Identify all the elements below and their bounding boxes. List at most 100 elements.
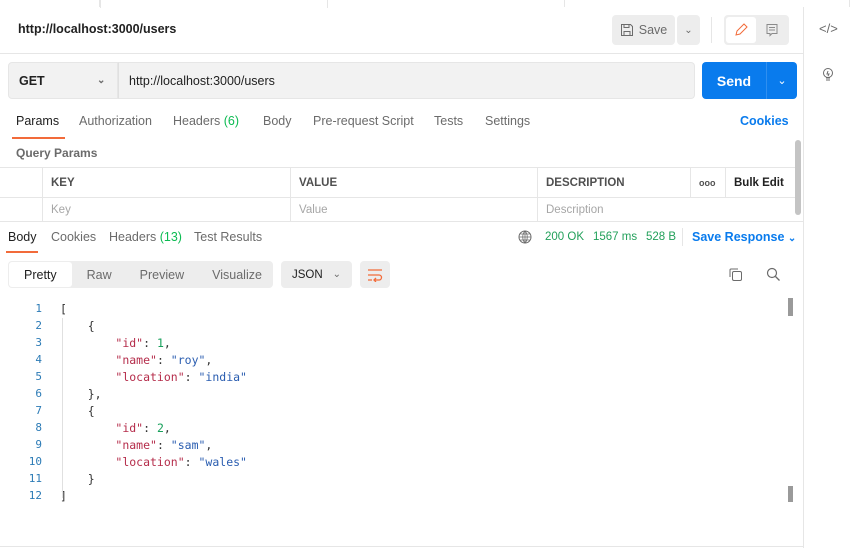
line-number: 6 [35, 387, 42, 400]
code-line: 9 "name": "sam", [0, 436, 247, 453]
description-input[interactable]: Description [537, 198, 690, 222]
code-text: ] [42, 489, 67, 503]
code-token: 2 [156, 420, 164, 435]
tab-body[interactable]: Body [263, 114, 292, 128]
code-line: 1[ [0, 300, 247, 317]
tab-other[interactable] [328, 0, 565, 7]
view-visualize[interactable]: Visualize [198, 261, 276, 288]
response-tab-test-results[interactable]: Test Results [194, 230, 262, 244]
response-body-editor[interactable]: 1[2 {3 "id": 1, 4 "name": "roy", 5 "locati… [0, 300, 247, 504]
copy-icon[interactable] [728, 267, 743, 282]
view-preview[interactable]: Preview [126, 261, 198, 288]
view-pretty[interactable]: Pretty [9, 262, 72, 287]
code-line: 5 "location": "india" [0, 368, 247, 385]
line-number: 4 [35, 353, 42, 366]
code-token: , [205, 352, 213, 367]
code-token: , [163, 335, 171, 350]
tab-settings[interactable]: Settings [485, 114, 530, 128]
line-number: 1 [35, 302, 42, 315]
pane-divider[interactable] [0, 221, 803, 222]
send-button[interactable]: Send [702, 62, 766, 99]
chevron-down-icon: ⌄ [777, 75, 787, 87]
code-text: [ [42, 302, 67, 316]
save-dropdown[interactable]: ⌄ [677, 15, 700, 45]
save-label: Save [638, 23, 668, 37]
method-select[interactable]: GET ⌄ [8, 62, 118, 99]
code-token: "location" [115, 369, 185, 384]
code-line: 6 }, [0, 385, 247, 402]
code-token: } [60, 471, 95, 486]
params-scrollbar[interactable] [795, 140, 801, 215]
response-tab-body[interactable]: Body [8, 230, 37, 244]
divider [0, 546, 803, 547]
response-headers-label: Headers [109, 230, 157, 244]
code-token: : [143, 420, 157, 435]
response-time[interactable]: 1567 ms [593, 231, 637, 243]
line-number: 2 [35, 319, 42, 332]
response-size[interactable]: 528 B [646, 231, 676, 243]
code-token: : [156, 437, 171, 452]
globe-icon[interactable] [518, 230, 532, 244]
code-token: , [205, 437, 213, 452]
tab-params[interactable]: Params [16, 114, 59, 128]
edit-button[interactable] [726, 17, 756, 43]
wrap-lines-button[interactable] [360, 261, 390, 288]
code-text: "name": "sam", [42, 438, 212, 452]
view-raw[interactable]: Raw [73, 261, 126, 288]
right-sidebar: </> [803, 7, 850, 548]
editor-scrollbar[interactable] [788, 298, 793, 316]
code-icon[interactable]: </> [819, 21, 838, 36]
code-token: : [184, 369, 199, 384]
code-token: "id" [115, 420, 144, 435]
tab-headers[interactable]: Headers (6) [173, 114, 239, 128]
value-input[interactable]: Value [290, 198, 537, 222]
response-tab-cookies[interactable]: Cookies [51, 230, 96, 244]
active-tab-underline [6, 251, 38, 253]
line-number: 7 [35, 404, 42, 417]
line-number: 3 [35, 336, 42, 349]
code-text: } [42, 472, 95, 486]
wrap-icon [368, 268, 383, 282]
code-token: "sam" [170, 437, 206, 452]
key-input[interactable]: Key [42, 198, 290, 222]
line-number: 11 [28, 472, 42, 485]
url-input[interactable]: http://localhost:3000/users [118, 62, 695, 99]
more-options-button[interactable]: ooo [690, 167, 725, 198]
code-line: 4 "name": "roy", [0, 351, 247, 368]
request-title[interactable]: http://localhost:3000/users [18, 22, 176, 36]
cookies-link[interactable]: Cookies [740, 114, 789, 128]
tab-prerequest-script[interactable]: Pre-request Script [313, 114, 414, 128]
status-code[interactable]: 200 OK [545, 231, 584, 243]
response-tab-headers[interactable]: Headers (13) [109, 230, 182, 244]
code-text: "name": "roy", [42, 353, 212, 367]
tab-tests[interactable]: Tests [434, 114, 463, 128]
save-button[interactable]: Save [612, 15, 675, 45]
save-response-button[interactable]: Save Response ⌄ [692, 230, 796, 244]
code-token: : [156, 352, 171, 367]
bulk-edit-button[interactable]: Bulk Edit [725, 167, 795, 198]
tab-active[interactable] [100, 0, 328, 8]
code-token: "id" [115, 335, 144, 350]
code-text: }, [42, 387, 102, 401]
line-number: 12 [28, 489, 42, 502]
view-mode-group: Pretty Raw Preview Visualize [8, 261, 273, 288]
code-token: "location" [115, 454, 185, 469]
tab-other[interactable] [565, 0, 850, 7]
lightbulb-icon[interactable] [820, 66, 836, 84]
code-line: 10 "location": "wales" [0, 453, 247, 470]
column-description: DESCRIPTION [537, 167, 690, 198]
headers-count: (6) [223, 114, 240, 128]
format-select[interactable]: JSON ⌄ [281, 261, 352, 288]
code-text: { [42, 404, 95, 418]
send-dropdown[interactable]: ⌄ [766, 62, 797, 99]
tab-authorization[interactable]: Authorization [79, 114, 152, 128]
comments-button[interactable] [756, 17, 787, 43]
search-icon[interactable] [766, 267, 781, 282]
tab-other[interactable] [0, 0, 100, 7]
line-number: 5 [35, 370, 42, 383]
code-token: , [163, 420, 171, 435]
code-token: "india" [198, 369, 247, 384]
